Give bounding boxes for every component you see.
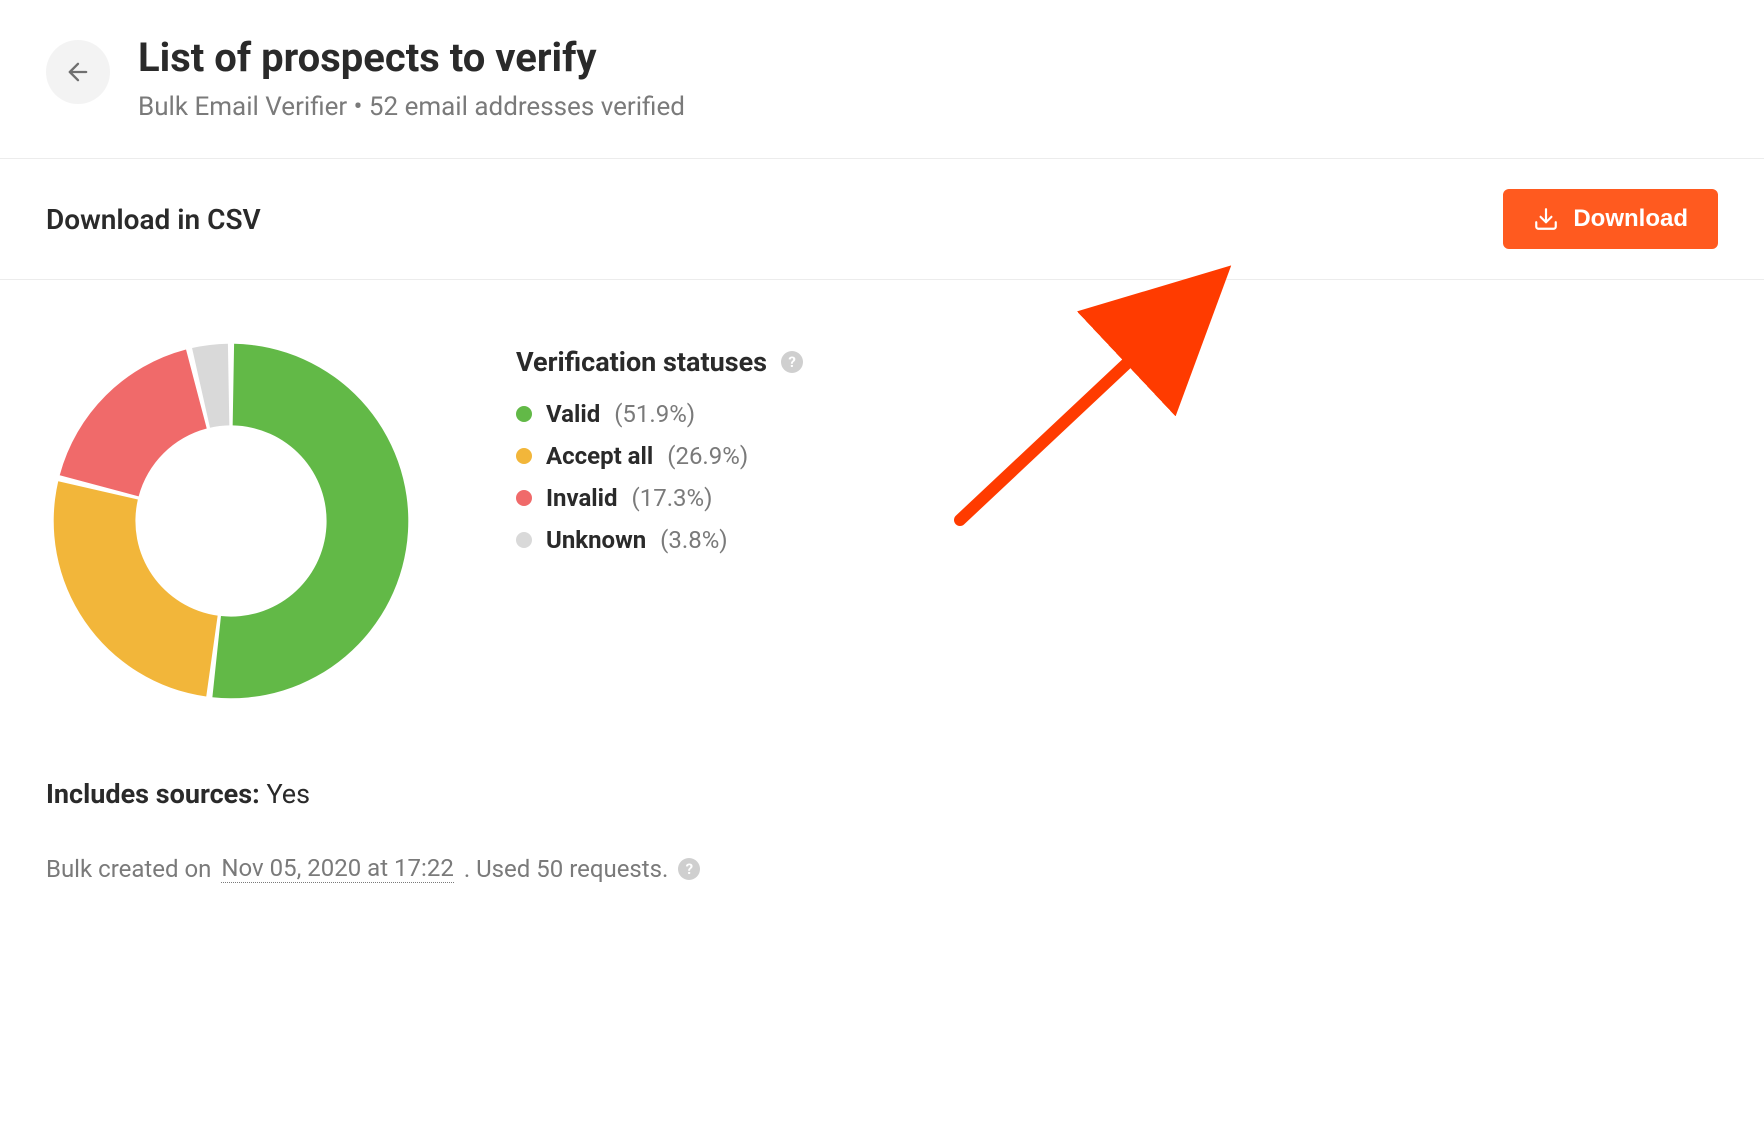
footer-suffix: . Used 50 requests.: [464, 855, 669, 883]
legend-item: Accept all (26.9%): [516, 442, 803, 470]
donut-chart: [46, 336, 416, 706]
download-section-label: Download in CSV: [46, 203, 261, 236]
legend-item: Invalid (17.3%): [516, 484, 803, 512]
page-title: List of prospects to verify: [138, 36, 685, 80]
legend-title: Verification statuses: [516, 346, 767, 378]
donut-slice: [212, 344, 408, 699]
sources-value: Yes: [266, 778, 310, 810]
legend-dot: [516, 532, 532, 548]
legend-item-label: Accept all: [546, 442, 653, 470]
sources-line: Includes sources: Yes: [46, 778, 1718, 810]
legend: Verification statuses ? Valid (51.9%) Acce…: [516, 336, 803, 568]
help-icon[interactable]: ?: [678, 858, 700, 880]
legend-item-label: Invalid: [546, 484, 618, 512]
download-button-label: Download: [1573, 205, 1688, 233]
content: Verification statuses ? Valid (51.9%) Acce…: [0, 280, 1764, 883]
footer-date: Nov 05, 2020 at 17:22: [221, 854, 453, 883]
help-icon[interactable]: ?: [781, 351, 803, 373]
legend-item-label: Valid: [546, 400, 600, 428]
legend-dot: [516, 406, 532, 422]
page-header: List of prospects to verify Bulk Email V…: [0, 0, 1764, 159]
back-button[interactable]: [46, 40, 110, 104]
sources-label: Includes sources:: [46, 778, 260, 810]
legend-item-value: (51.9%): [614, 400, 695, 428]
arrow-left-icon: [64, 58, 92, 86]
legend-item: Valid (51.9%): [516, 400, 803, 428]
download-bar: Download in CSV Download: [0, 159, 1764, 280]
legend-item-value: (3.8%): [660, 526, 727, 554]
legend-dot: [516, 448, 532, 464]
header-titles: List of prospects to verify Bulk Email V…: [138, 36, 685, 122]
legend-dot: [516, 490, 532, 506]
legend-item: Unknown (3.8%): [516, 526, 803, 554]
legend-item-value: (17.3%): [632, 484, 713, 512]
download-icon: [1533, 206, 1559, 232]
donut-slice: [54, 481, 218, 696]
footer-line: Bulk created on Nov 05, 2020 at 17:22 . …: [46, 854, 1718, 883]
legend-item-value: (26.9%): [667, 442, 748, 470]
footer-prefix: Bulk created on: [46, 855, 211, 883]
page-subtitle: Bulk Email Verifier • 52 email addresses…: [138, 92, 685, 122]
legend-item-label: Unknown: [546, 526, 646, 554]
donut-slice: [60, 350, 207, 497]
download-button[interactable]: Download: [1503, 189, 1718, 249]
chart-row: Verification statuses ? Valid (51.9%) Acce…: [46, 336, 1718, 706]
